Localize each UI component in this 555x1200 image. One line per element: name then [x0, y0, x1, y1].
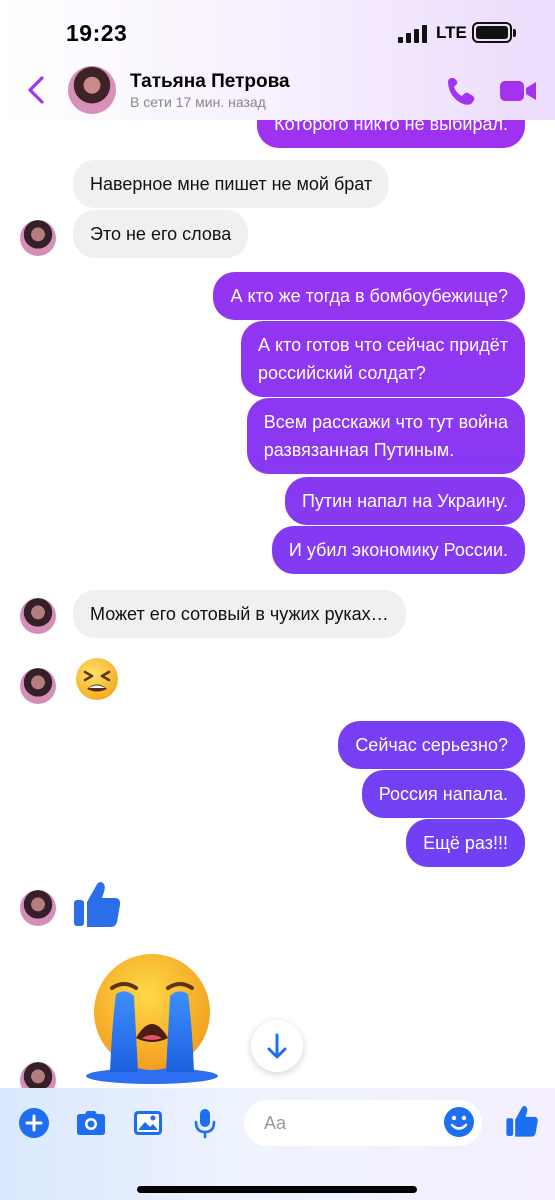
- sender-avatar[interactable]: [20, 598, 56, 634]
- contact-name[interactable]: Татьяна Петрова: [130, 71, 290, 93]
- message-bubble-outgoing[interactable]: Всем расскажи что тут война развязанная …: [246, 398, 525, 474]
- message-bubble-incoming[interactable]: Может его сотовый в чужих руках…: [73, 590, 406, 638]
- scroll-to-bottom-button[interactable]: [251, 1020, 303, 1072]
- image-icon[interactable]: [131, 1106, 165, 1140]
- network-type: LTE: [436, 23, 467, 42]
- battery-icon: [472, 22, 516, 43]
- signal-icon: [398, 25, 428, 43]
- arrow-down-icon: [267, 1033, 287, 1059]
- message-bubble-outgoing[interactable]: И убил экономику России.: [271, 526, 525, 574]
- composer-bar: [0, 1088, 555, 1200]
- message-bubble-outgoing[interactable]: Сейчас серьезно?: [338, 721, 525, 769]
- sender-avatar[interactable]: [20, 220, 56, 256]
- contact-status: В сети 17 мин. назад: [130, 94, 266, 110]
- message-bubble-incoming[interactable]: Наверное мне пишет не мой брат: [73, 160, 390, 208]
- message-bubble-outgoing[interactable]: Россия напала.: [361, 770, 525, 818]
- loudly-crying-face-emoji[interactable]: [82, 954, 222, 1086]
- back-button[interactable]: [22, 70, 52, 110]
- message-bubble-outgoing[interactable]: Ещё раз!!!: [406, 819, 525, 867]
- thumbs-up-icon[interactable]: [72, 878, 122, 930]
- contact-avatar[interactable]: [68, 66, 116, 114]
- sender-avatar[interactable]: [20, 668, 56, 704]
- home-indicator: [137, 1186, 417, 1193]
- message-list[interactable]: Которого никто не выбирал. Наверное мне …: [0, 0, 555, 1200]
- message-bubble-outgoing[interactable]: Путин напал на Украину.: [284, 477, 525, 525]
- phone-icon[interactable]: [444, 74, 478, 108]
- microphone-icon[interactable]: [188, 1106, 222, 1140]
- camera-icon[interactable]: [74, 1106, 108, 1140]
- status-bar: 19:23 LTE: [0, 0, 555, 62]
- tired-face-emoji[interactable]: [74, 656, 120, 702]
- conversation-header: Татьяна Петрова В сети 17 мин. назад: [0, 62, 555, 118]
- message-bubble-incoming[interactable]: Это не его слова: [73, 210, 249, 258]
- plus-icon[interactable]: [17, 1106, 51, 1140]
- message-bubble-outgoing[interactable]: А кто же тогда в бомбоубежище?: [213, 272, 525, 320]
- message-bubble-outgoing[interactable]: А кто готов что сейчас придёт российский…: [241, 321, 525, 397]
- status-time: 19:23: [66, 20, 128, 46]
- sender-avatar[interactable]: [20, 890, 56, 926]
- smiley-icon[interactable]: [442, 1105, 476, 1139]
- video-camera-icon[interactable]: [498, 76, 538, 106]
- thumbs-up-icon[interactable]: [505, 1102, 539, 1140]
